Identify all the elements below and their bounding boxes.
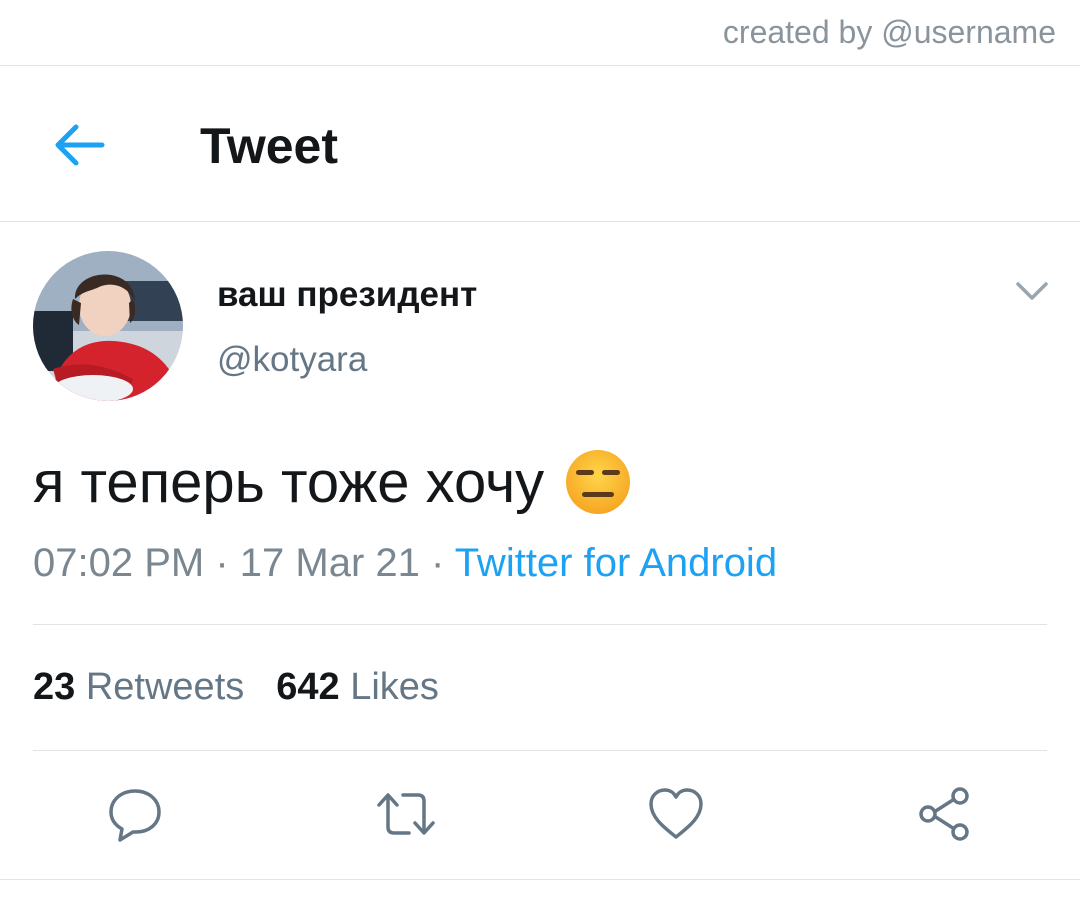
like-button[interactable]	[647, 785, 705, 843]
reply-icon	[109, 789, 161, 842]
retweet-icon	[377, 793, 435, 835]
tweet-meta: 07:02 PM · 17 Mar 21 · Twitter for Andro…	[33, 541, 777, 586]
user-handle[interactable]: @kotyara	[217, 340, 367, 380]
back-button[interactable]	[48, 117, 108, 173]
meta-separator: ·	[419, 541, 455, 585]
credit-text: created by @username	[722, 14, 1056, 50]
avatar-image	[33, 251, 183, 401]
likes-count: 642	[276, 666, 340, 708]
likes-label: Likes	[350, 666, 439, 708]
tweet-time: 07:02 PM	[33, 541, 205, 585]
display-name[interactable]: ваш президент	[217, 275, 477, 315]
tweet-text: я теперь тоже хочу	[33, 449, 545, 515]
more-options-button[interactable]	[1012, 276, 1052, 306]
top-bar: created by @username	[0, 0, 1080, 66]
reply-button[interactable]	[106, 785, 164, 843]
like-icon	[649, 788, 703, 839]
tweet-stats: 23 Retweets 642 Likes	[33, 666, 439, 709]
divider	[33, 624, 1047, 625]
share-icon	[919, 787, 969, 841]
retweet-button[interactable]	[375, 785, 435, 843]
tweet-date: 17 Mar 21	[239, 541, 420, 585]
divider	[33, 750, 1047, 751]
retweets-label: Retweets	[85, 666, 245, 708]
retweets-count: 23	[33, 666, 76, 708]
expressionless-face-emoji	[564, 448, 632, 516]
chevron-down-icon	[1016, 282, 1048, 300]
page-title: Tweet	[200, 118, 338, 174]
retweets-stat[interactable]: 23 Retweets	[33, 666, 244, 708]
meta-separator: ·	[204, 541, 240, 585]
tweet-source-link[interactable]: Twitter for Android	[455, 541, 777, 585]
divider	[0, 879, 1080, 880]
share-button[interactable]	[915, 785, 973, 843]
app-header: Tweet	[0, 67, 1080, 222]
tweet-body: я теперь тоже хочу	[33, 448, 632, 516]
arrow-left-icon	[55, 124, 105, 166]
likes-stat[interactable]: 642 Likes	[276, 666, 439, 708]
avatar[interactable]	[33, 251, 183, 401]
